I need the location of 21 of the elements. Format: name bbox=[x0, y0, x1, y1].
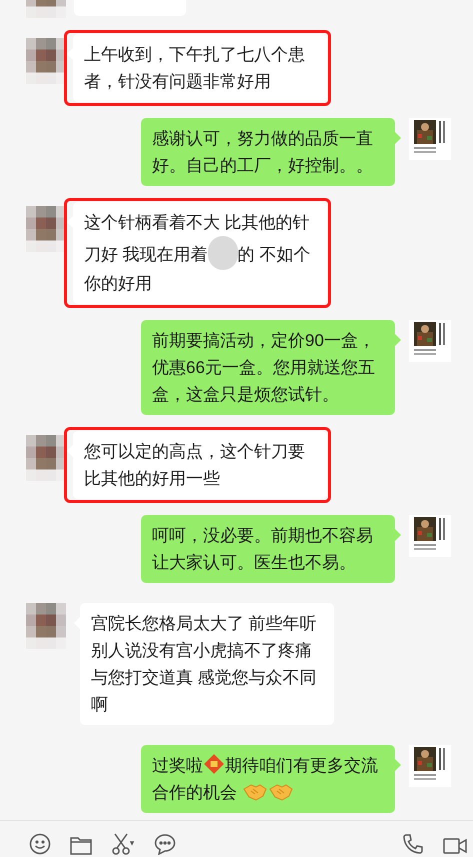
blurred-region bbox=[208, 236, 238, 270]
handshake-emoji-icon bbox=[268, 783, 293, 801]
phone-icon[interactable] bbox=[402, 833, 424, 855]
message-text: 前期要搞活动，定价90一盒，优惠66元一盒。您用就送您五盒，这盒只是烦您试针。 bbox=[152, 330, 376, 406]
avatar-icon bbox=[26, 603, 66, 649]
message-text: 上午收到，下午扎了七八个患者，针没有问题非常好用 bbox=[84, 44, 306, 93]
chat-bubble-icon[interactable] bbox=[154, 833, 176, 855]
message-text: 这个针柄看着不大 比其他的针刀好 我现在用着 的 不如个你的好用 bbox=[84, 212, 312, 295]
message-text: 您可以定的高点，这个针刀要比其他的好用一些 bbox=[84, 441, 306, 490]
video-camera-icon[interactable] bbox=[443, 837, 467, 855]
emoji-icon[interactable] bbox=[29, 833, 51, 855]
folder-icon[interactable] bbox=[70, 835, 92, 855]
message-text: 呵呵，没必要。前期也不容易让大家认可。医生也不易。 bbox=[152, 525, 374, 574]
handshake-emoji-icon bbox=[242, 783, 267, 801]
avatar-icon bbox=[26, 38, 66, 84]
avatar-icon bbox=[26, 435, 66, 481]
message-text: 感谢认可，努力做的品质一直好。自己的工厂，好控制。。 bbox=[152, 128, 374, 177]
avatar-icon bbox=[26, 206, 66, 252]
message-text: 宫院长您格局太大了 前些年听别人说没有宫小虎搞不了疼痛与您打交道真 感觉您与众不同啊 bbox=[91, 613, 318, 716]
message-text: 过奖啦 期待咱们有更多交流合作的机会 bbox=[152, 753, 379, 804]
scissors-icon[interactable] bbox=[111, 833, 135, 855]
